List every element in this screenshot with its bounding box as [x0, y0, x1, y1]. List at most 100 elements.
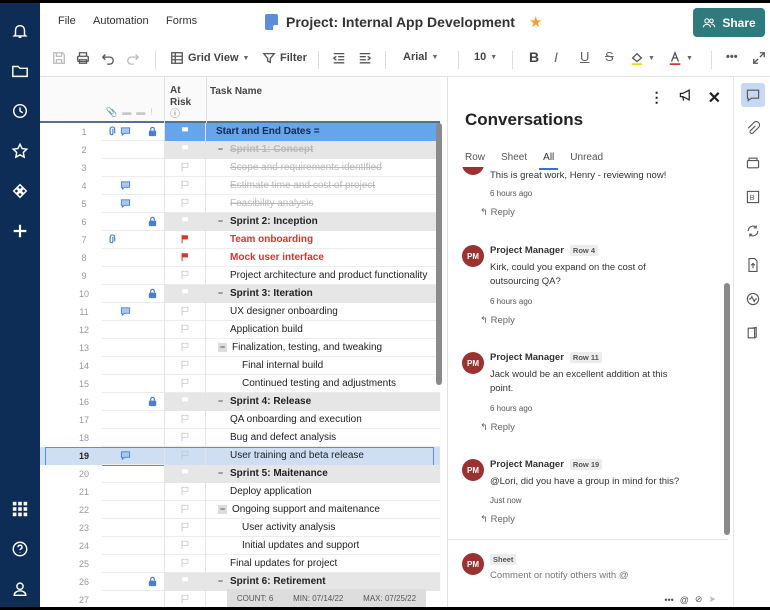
- flag-icon[interactable]: [180, 198, 190, 211]
- apps-grid-icon[interactable]: [8, 497, 32, 521]
- tab-unread[interactable]: Unread: [570, 152, 603, 167]
- add-plus-icon[interactable]: [8, 219, 32, 243]
- reply-link[interactable]: ↰ Reply: [480, 422, 515, 433]
- text-color-button[interactable]: ▼: [668, 51, 693, 65]
- flag-icon[interactable]: [180, 144, 190, 157]
- redo-icon[interactable]: [126, 51, 140, 65]
- task-name-cell[interactable]: − Finalization, testing, and tweaking: [206, 339, 440, 357]
- task-name-cell[interactable]: Estimate time and cost of project: [206, 177, 440, 195]
- favorite-star-icon[interactable]: ★: [529, 13, 542, 31]
- task-name-cell[interactable]: Final internal build: [206, 357, 440, 375]
- kebab-menu-icon[interactable]: ⋮: [650, 89, 664, 106]
- conversations-icon[interactable]: [741, 83, 765, 107]
- flag-icon[interactable]: [180, 306, 190, 319]
- col-header-at-risk[interactable]: At Risk ⓘ: [170, 85, 194, 121]
- row-number[interactable]: 16: [40, 393, 102, 411]
- table-row[interactable]: 7 Team onboarding: [40, 231, 440, 249]
- flag-icon[interactable]: [180, 576, 190, 589]
- comment-icon[interactable]: [120, 180, 132, 192]
- save-icon[interactable]: [52, 51, 66, 65]
- row-tag[interactable]: Row 11: [569, 352, 602, 363]
- task-name-cell[interactable]: QA onboarding and execution: [206, 411, 440, 429]
- task-name-cell[interactable]: Final updates for project: [206, 555, 440, 573]
- table-row[interactable]: 10 − Sprint 3: Iteration: [40, 285, 440, 303]
- table-row[interactable]: 5 Feasibility analysis: [40, 195, 440, 213]
- at-risk-flag-cell[interactable]: [164, 321, 206, 339]
- collapse-toggle-icon[interactable]: −: [218, 342, 227, 352]
- collapse-toggle-icon[interactable]: −: [218, 504, 227, 514]
- flag-icon[interactable]: [180, 360, 190, 373]
- flag-icon[interactable]: [180, 486, 190, 499]
- flag-icon[interactable]: [180, 540, 190, 553]
- flag-icon[interactable]: [180, 594, 190, 607]
- forms-icon[interactable]: [741, 321, 765, 345]
- collapse-toggle-icon[interactable]: −: [216, 216, 225, 226]
- row-number[interactable]: 11: [40, 303, 102, 321]
- task-name-cell[interactable]: Application build: [206, 321, 440, 339]
- row-number[interactable]: 2: [40, 141, 102, 159]
- at-risk-flag-cell[interactable]: [164, 591, 206, 607]
- attachments-paperclip-icon[interactable]: [741, 117, 765, 141]
- at-risk-flag-cell[interactable]: [164, 375, 206, 393]
- row-number[interactable]: 4: [40, 177, 102, 195]
- attachment-icon[interactable]: [106, 126, 118, 138]
- flag-icon[interactable]: [180, 324, 190, 337]
- collapse-toggle-icon[interactable]: −: [216, 396, 225, 406]
- tab-all[interactable]: All: [539, 152, 559, 170]
- row-tag[interactable]: Row 4: [569, 245, 599, 256]
- flag-icon[interactable]: [180, 216, 190, 229]
- flag-icon[interactable]: [180, 450, 190, 463]
- at-risk-flag-cell[interactable]: [164, 357, 206, 375]
- at-risk-flag-cell[interactable]: [164, 339, 206, 357]
- row-number[interactable]: 23: [40, 519, 102, 537]
- row-number[interactable]: 5: [40, 195, 102, 213]
- outdent-icon[interactable]: [332, 51, 346, 65]
- at-risk-flag-cell[interactable]: [164, 303, 206, 321]
- task-name-cell[interactable]: − Sprint 4: Release: [206, 393, 440, 411]
- table-row[interactable]: 16 − Sprint 4: Release: [40, 393, 440, 411]
- table-row[interactable]: 8 Mock user interface: [40, 249, 440, 267]
- grid-scrollbar[interactable]: [436, 123, 442, 385]
- table-row[interactable]: 9 Project architecture and product functi…: [40, 267, 440, 285]
- flag-icon[interactable]: [180, 378, 190, 391]
- task-name-cell[interactable]: User training and beta release: [206, 447, 440, 465]
- conversation-scrollbar[interactable]: [724, 283, 730, 535]
- at-risk-flag-cell[interactable]: [164, 141, 206, 159]
- at-risk-flag-cell[interactable]: [164, 213, 206, 231]
- comment-input[interactable]: [490, 570, 710, 581]
- task-name-cell[interactable]: Scope and requirements identified: [206, 159, 440, 177]
- at-risk-flag-cell[interactable]: [164, 501, 206, 519]
- summary-icon[interactable]: B: [741, 185, 765, 209]
- at-risk-flag-cell[interactable]: [164, 393, 206, 411]
- at-risk-flag-cell[interactable]: [164, 249, 206, 267]
- table-row[interactable]: 24 Initial updates and support: [40, 537, 440, 555]
- table-row[interactable]: 1 Start and End Dates =: [40, 123, 440, 141]
- col-header-task-name[interactable]: Task Name: [210, 86, 262, 97]
- flag-icon[interactable]: [180, 504, 190, 517]
- expand-icon[interactable]: [752, 51, 766, 65]
- row-number[interactable]: 24: [40, 537, 102, 555]
- table-row[interactable]: 4 Estimate time and cost of project: [40, 177, 440, 195]
- at-risk-flag-cell[interactable]: [164, 447, 206, 465]
- task-name-cell[interactable]: Mock user interface: [206, 249, 440, 267]
- workapps-icon[interactable]: [8, 179, 32, 203]
- table-row[interactable]: 21 Deploy application: [40, 483, 440, 501]
- publish-icon[interactable]: [741, 253, 765, 277]
- flag-icon[interactable]: [180, 396, 190, 409]
- table-row[interactable]: 12 Application build: [40, 321, 440, 339]
- table-row[interactable]: 13 − Finalization, testing, and tweaking: [40, 339, 440, 357]
- announcement-megaphone-icon[interactable]: [678, 87, 694, 108]
- underline-button[interactable]: U: [580, 49, 589, 64]
- menu-file[interactable]: File: [58, 15, 76, 27]
- row-number[interactable]: 12: [40, 321, 102, 339]
- collapse-toggle-icon[interactable]: −: [216, 468, 225, 478]
- activity-log-icon[interactable]: [741, 219, 765, 243]
- task-name-cell[interactable]: UX designer onboarding: [206, 303, 440, 321]
- table-row[interactable]: 19 User training and beta release: [40, 447, 440, 466]
- reply-link[interactable]: ↰ Reply: [480, 514, 515, 525]
- comment-icon[interactable]: [120, 306, 132, 318]
- comment-icon[interactable]: [120, 198, 132, 210]
- task-name-cell[interactable]: − Sprint 3: Iteration: [206, 285, 440, 303]
- row-number[interactable]: 15: [40, 375, 102, 393]
- more-options-icon[interactable]: •••: [726, 51, 738, 63]
